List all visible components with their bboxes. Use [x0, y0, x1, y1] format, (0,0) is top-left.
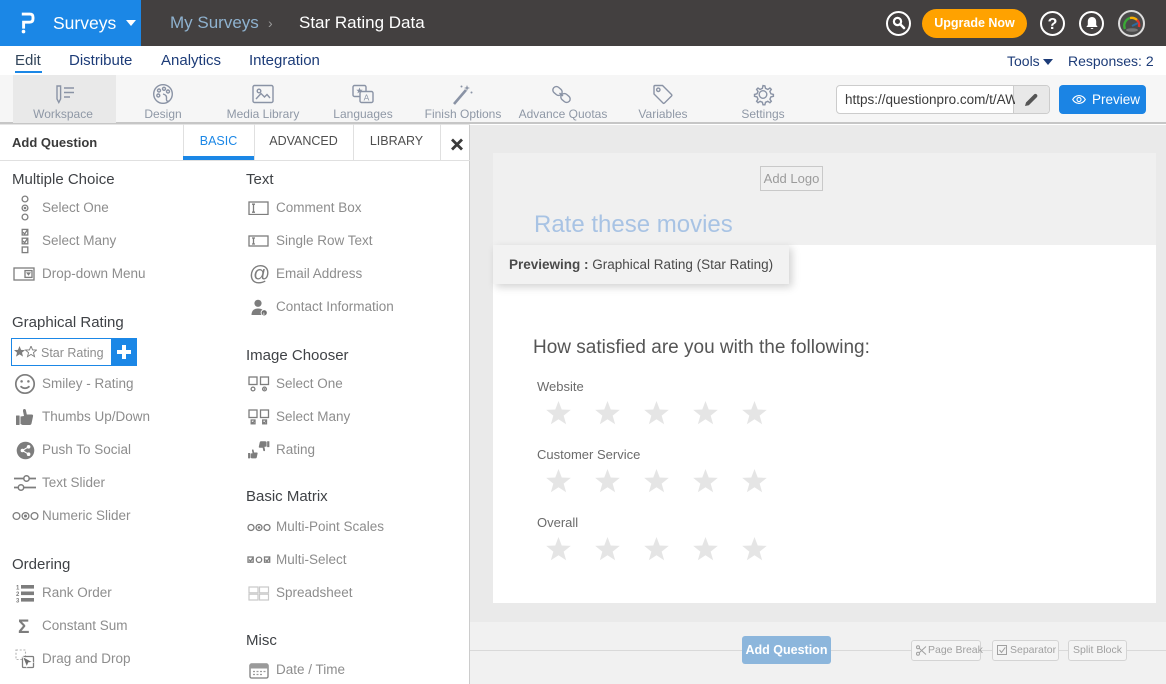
- svg-text:Σ: Σ: [18, 617, 29, 635]
- svg-text:@: @: [249, 264, 269, 284]
- svg-text:A: A: [364, 92, 370, 102]
- svg-text:1: 1: [16, 586, 20, 592]
- svg-text:3: 3: [16, 598, 20, 603]
- svg-text:2: 2: [16, 592, 20, 598]
